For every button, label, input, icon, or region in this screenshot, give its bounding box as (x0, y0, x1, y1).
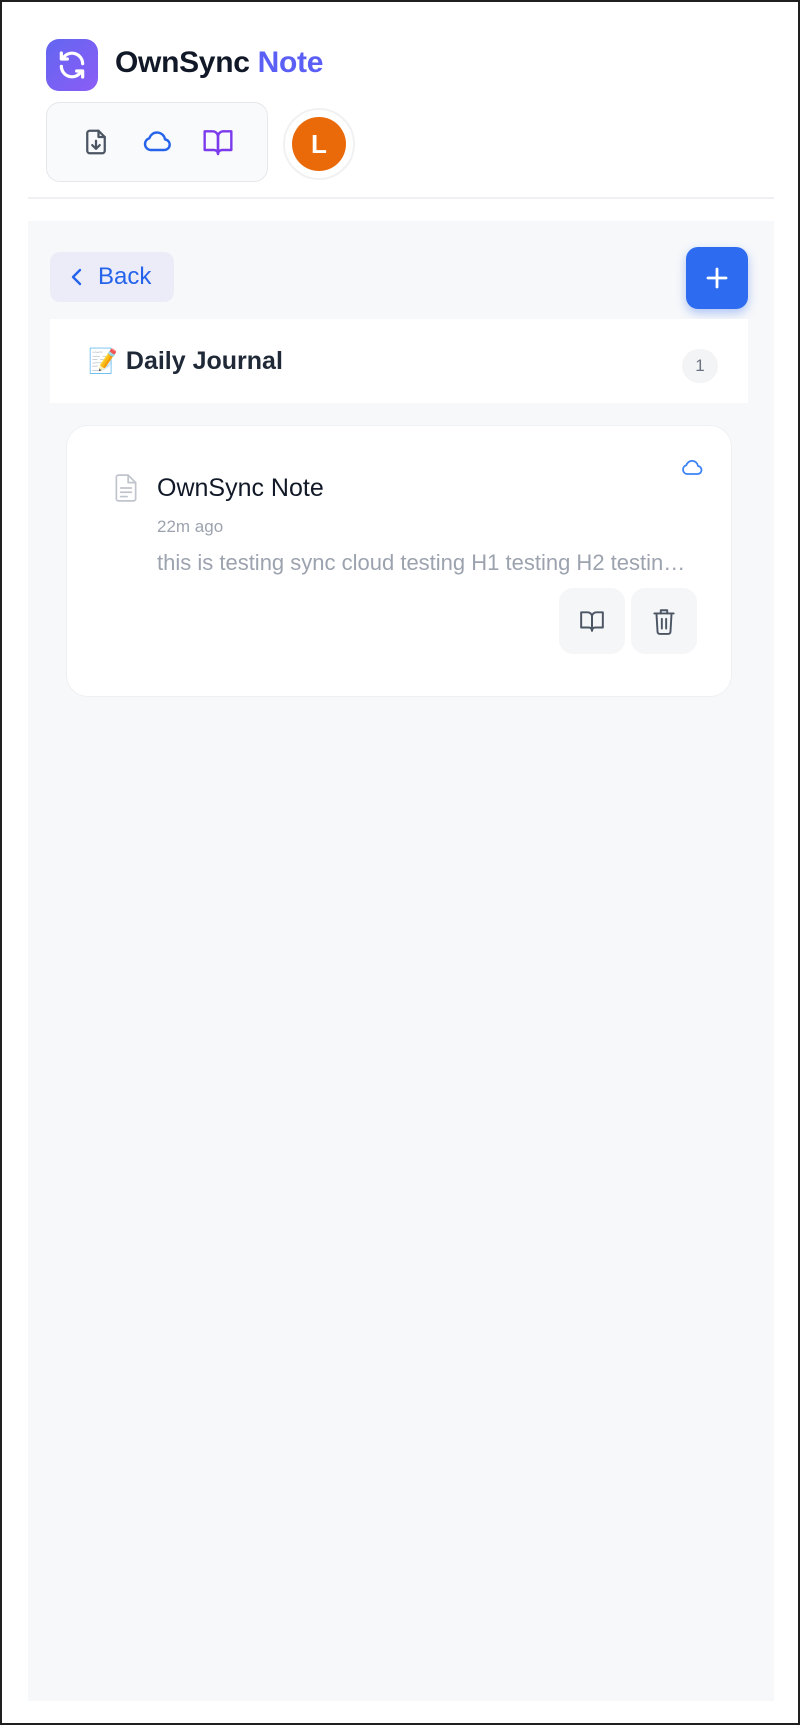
note-title[interactable]: OwnSync Note (157, 474, 324, 503)
plus-icon (706, 267, 728, 289)
avatar: L (292, 117, 346, 171)
folder-title: Daily Journal (125, 346, 283, 375)
back-label: Back (98, 263, 152, 290)
cloud-sync-button[interactable] (134, 119, 180, 165)
delete-note-button[interactable] (631, 588, 697, 654)
import-file-button[interactable] (73, 119, 119, 165)
add-note-button[interactable] (686, 247, 748, 309)
cloud-synced-icon (679, 456, 705, 480)
header-toolbar (46, 102, 268, 182)
app-window: OwnSync Note L Back 📝 Daily Journal 1 Ow… (0, 0, 800, 1725)
file-import-icon (85, 129, 106, 155)
back-button[interactable]: Back (50, 252, 174, 302)
folder-header: 📝 Daily Journal 1 (50, 319, 748, 403)
brand-primary: OwnSync (115, 46, 250, 79)
book-open-icon (203, 130, 233, 156)
app-header: OwnSync Note L (2, 2, 798, 202)
note-preview: this is testing sync cloud testing H1 te… (157, 550, 687, 575)
read-note-button[interactable] (559, 588, 625, 654)
memo-icon: 📝 (88, 347, 118, 375)
cloud-icon (143, 131, 171, 152)
brand-accent: Note (257, 46, 324, 79)
reader-button[interactable] (195, 119, 241, 165)
trash-icon (653, 609, 675, 635)
user-avatar-button[interactable]: L (283, 108, 355, 180)
document-icon (113, 473, 139, 503)
main-content: Back 📝 Daily Journal 1 OwnSync Note 22m … (28, 221, 774, 1701)
app-title: OwnSync Note (115, 46, 323, 80)
note-timestamp: 22m ago (157, 517, 224, 536)
chevron-left-icon (71, 268, 82, 286)
note-card[interactable]: OwnSync Note 22m ago this is testing syn… (66, 425, 732, 697)
note-actions (559, 588, 697, 654)
note-count-badge: 1 (682, 349, 718, 383)
book-open-icon (580, 611, 604, 632)
sync-icon (46, 39, 98, 91)
header-divider (28, 197, 774, 199)
